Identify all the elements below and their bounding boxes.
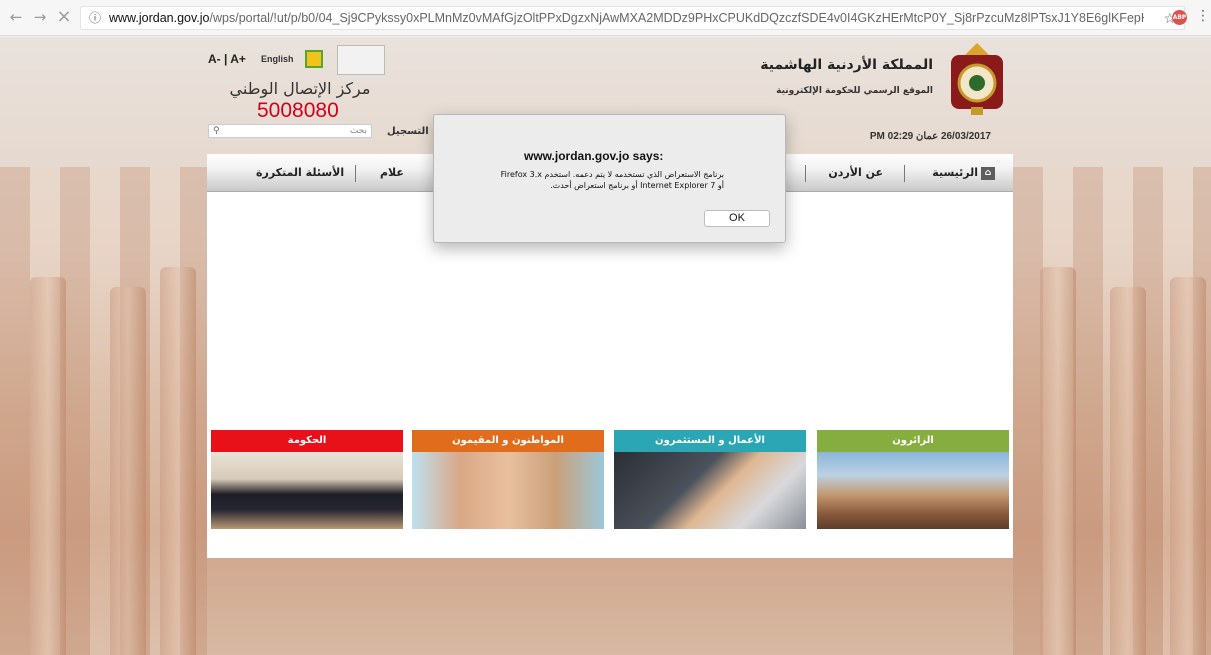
call-center-number: 5008080 [257, 99, 339, 122]
jordan-coat-of-arms-icon [951, 43, 1003, 115]
pillar-decoration [160, 267, 196, 655]
url-path: /wps/portal/!ut/p/b0/04_Sj9CPykssy0xPLMn… [209, 11, 1144, 25]
back-icon[interactable]: ← [8, 9, 24, 25]
site-subtitle: الموقع الرسمي للحكومة الإلكترونية [776, 86, 933, 96]
tile-government-label: الحكومة [211, 430, 403, 452]
pillar-decoration [1170, 277, 1206, 655]
url-text: www.jordan.gov.jo/wps/portal/!ut/p/b0/04… [109, 7, 1144, 29]
browser-toolbar: ← → × ⓘ www.jordan.gov.jo/wps/portal/!ut… [0, 0, 1211, 36]
nav-faq[interactable]: الأسئلة المتكررة [256, 166, 344, 179]
petra-photo [817, 452, 1009, 529]
search-icon[interactable]: ⚲ [213, 125, 220, 137]
adblock-icon[interactable]: ABP [1172, 10, 1187, 25]
tile-business[interactable]: الأعمال و المستثمرون [614, 430, 806, 529]
nav-media[interactable]: علام [380, 166, 404, 179]
search-placeholder: بحث [349, 126, 367, 136]
kingdom-title: المملكة الأردنية الهاشمية [760, 57, 933, 73]
alert-dialog: www.jordan.gov.jo says: برنامج الاستعراض… [433, 114, 786, 243]
register-link[interactable]: التسجيل [387, 126, 429, 137]
ok-button[interactable]: OK [704, 210, 770, 227]
pillar-decoration [30, 277, 66, 655]
english-link[interactable]: English [261, 54, 294, 64]
pillar-decoration [1110, 287, 1146, 655]
nav-separator [355, 165, 356, 182]
date-time: 26/03/2017 عمان 02:29 PM [869, 131, 991, 142]
pillar-decoration [110, 287, 146, 655]
stop-icon[interactable]: × [56, 8, 72, 26]
nav-separator [904, 165, 905, 182]
tile-citizens-label: المواطنون و المقيمون [412, 430, 604, 452]
call-center-label: مركز الإتصال الوطني [229, 79, 371, 98]
nav-home[interactable]: ⌂الرئيسية [932, 166, 995, 180]
nav-about[interactable]: عن الأردن [828, 166, 883, 179]
tile-business-label: الأعمال و المستثمرون [614, 430, 806, 452]
blank-image-box [337, 45, 385, 75]
dialog-title: www.jordan.gov.jo says: [524, 149, 664, 163]
handshake-photo [614, 452, 806, 529]
browser-menu-icon[interactable]: ⋮ [1196, 8, 1210, 24]
url-domain: www.jordan.gov.jo [109, 11, 210, 25]
pillar-decoration [1040, 267, 1076, 655]
government-photo [211, 452, 403, 529]
search-input[interactable]: بحث ⚲ [208, 124, 372, 138]
tile-visitors-label: الزائرون [817, 430, 1009, 452]
info-icon[interactable]: ⓘ [89, 7, 101, 29]
font-size-controls[interactable]: A- | A+ [208, 52, 246, 66]
tile-government[interactable]: الحكومة [211, 430, 403, 529]
tile-visitors[interactable]: الزائرون [817, 430, 1009, 529]
address-bar[interactable]: ⓘ www.jordan.gov.jo/wps/portal/!ut/p/b0/… [80, 6, 1185, 30]
forward-icon[interactable]: → [32, 9, 48, 25]
home-icon: ⌂ [981, 166, 995, 180]
dialog-message: برنامج الاستعراض الذي تستخدمه لا يتم دعم… [500, 170, 724, 190]
family-photo [412, 452, 604, 529]
accessibility-icon[interactable] [305, 50, 323, 68]
tile-citizens[interactable]: المواطنون و المقيمون [412, 430, 604, 529]
nav-home-label: الرئيسية [932, 166, 978, 179]
nav-separator [805, 165, 806, 182]
